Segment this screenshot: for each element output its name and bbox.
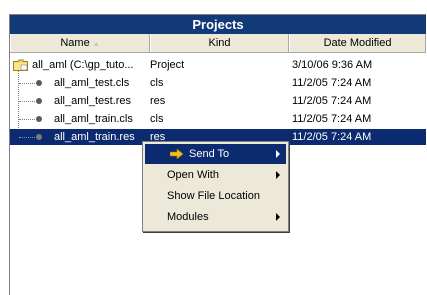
row-kind: res bbox=[150, 95, 166, 107]
tree-branch-line bbox=[19, 119, 35, 120]
column-header-row: Name ▲ Kind Date Modified bbox=[10, 34, 426, 53]
column-header-date-label: Date Modified bbox=[323, 37, 392, 49]
menu-item-label: Modules bbox=[167, 211, 209, 223]
arrow-right-icon bbox=[170, 149, 184, 159]
row-kind: cls bbox=[150, 77, 164, 89]
panel-title: Projects bbox=[10, 15, 426, 34]
row-date: 11/2/05 7:24 AM bbox=[292, 77, 372, 89]
menu-item-label: Send To bbox=[189, 148, 230, 160]
tree-branch-line bbox=[19, 83, 35, 84]
tree-branch-line bbox=[19, 101, 35, 102]
submenu-arrow-icon bbox=[276, 150, 280, 158]
column-header-kind[interactable]: Kind bbox=[150, 34, 289, 52]
menu-item-show-file-location[interactable]: Show File Location bbox=[145, 186, 286, 206]
submenu-arrow-icon bbox=[276, 213, 280, 221]
tree-branch-line bbox=[19, 137, 35, 138]
tree-row-file[interactable]: all_aml_train.cls cls 11/2/05 7:24 AM bbox=[10, 111, 426, 127]
file-dot-icon bbox=[36, 98, 42, 104]
row-date: 11/2/05 7:24 AM bbox=[292, 95, 372, 107]
row-date: 11/2/05 7:24 AM bbox=[292, 113, 372, 125]
row-name: all_aml_test.res bbox=[54, 95, 132, 107]
menu-item-modules[interactable]: Modules bbox=[145, 207, 286, 227]
menu-item-label: Open With bbox=[167, 169, 219, 181]
row-kind: cls bbox=[150, 113, 164, 125]
column-header-name[interactable]: Name ▲ bbox=[10, 34, 150, 52]
submenu-arrow-icon bbox=[276, 171, 280, 179]
row-name: all_aml (C:\gp_tuto... bbox=[32, 59, 134, 71]
file-dot-icon bbox=[36, 116, 42, 122]
context-menu: Send To Open With Show File Location Mod… bbox=[142, 141, 289, 232]
file-dot-icon bbox=[36, 80, 42, 86]
column-header-date[interactable]: Date Modified bbox=[289, 34, 426, 52]
column-header-kind-label: Kind bbox=[208, 37, 231, 49]
row-name: all_aml_train.res bbox=[54, 131, 135, 143]
folder-icon bbox=[13, 59, 28, 71]
menu-item-send-to[interactable]: Send To bbox=[145, 144, 286, 164]
sort-ascending-icon: ▲ bbox=[92, 41, 100, 48]
row-date: 3/10/06 9:36 AM bbox=[292, 59, 373, 71]
tree-row-file[interactable]: all_aml_test.res res 11/2/05 7:24 AM bbox=[10, 93, 426, 109]
file-dot-icon bbox=[36, 134, 42, 140]
tree-row-file[interactable]: all_aml_test.cls cls 11/2/05 7:24 AM bbox=[10, 75, 426, 91]
row-name: all_aml_test.cls bbox=[54, 77, 130, 89]
menu-item-label: Show File Location bbox=[167, 190, 260, 202]
tree-row-project[interactable]: all_aml (C:\gp_tuto... Project 3/10/06 9… bbox=[10, 57, 426, 73]
column-header-name-label: Name bbox=[60, 37, 90, 49]
row-kind: Project bbox=[150, 59, 185, 71]
menu-item-open-with[interactable]: Open With bbox=[145, 165, 286, 185]
row-date: 11/2/05 7:24 AM bbox=[292, 131, 372, 143]
row-name: all_aml_train.cls bbox=[54, 113, 133, 125]
